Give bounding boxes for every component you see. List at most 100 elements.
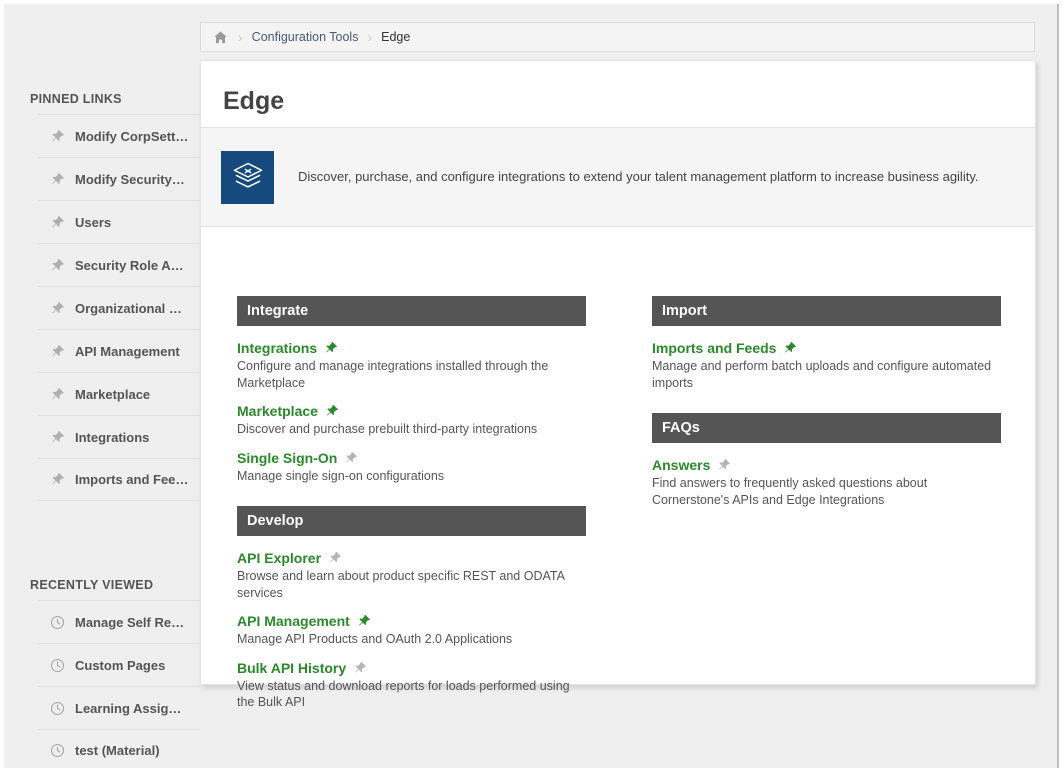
sidebar-pinned-item-6[interactable]: Marketplace: [38, 372, 200, 415]
recently-viewed-list: Manage Self Re… Custom Pages Learning Assi…: [4, 600, 200, 768]
link-row: API Management: [237, 613, 586, 629]
breadcrumb-separator-2: ›: [367, 29, 373, 45]
breadcrumb-item-edge: Edge: [381, 30, 411, 44]
pin-icon[interactable]: [344, 451, 358, 465]
link-item: API Explorer Browse and learn about produ…: [237, 550, 586, 601]
breadcrumb: › Configuration Tools › Edge: [200, 22, 1035, 52]
sidebar-recent-item-label: test (Material): [75, 743, 160, 758]
breadcrumb-item-configuration-tools[interactable]: Configuration Tools: [252, 30, 359, 44]
sidebar-pinned-item-label: Imports and Fee…: [75, 472, 189, 487]
pin-icon[interactable]: [357, 614, 371, 628]
link-description: Manage and perform batch uploads and con…: [652, 359, 992, 390]
sidebar-recent-item-0[interactable]: Manage Self Re…: [38, 600, 200, 643]
pin-icon[interactable]: [324, 341, 338, 355]
link-item: Imports and Feeds Manage and perform batc…: [652, 340, 1001, 391]
section-import: Import Imports and Feeds Manage and perfor…: [652, 296, 1001, 391]
pinned-links-list: Modify CorpSett… Modify Security… Users Sec…: [4, 114, 200, 501]
sidebar-pinned-item-label: Marketplace: [75, 386, 151, 402]
pin-icon[interactable]: [353, 661, 367, 675]
right-column: Import Imports and Feeds Manage and perfor…: [618, 296, 1035, 733]
pin-icon[interactable]: [328, 551, 342, 565]
section-header: Develop: [237, 506, 586, 536]
clock-icon: [48, 613, 66, 631]
pin-icon: [48, 256, 66, 274]
pin-icon: [48, 213, 66, 231]
sidebar-pinned-item-label: Users: [75, 214, 112, 230]
link-description: Configure and manage integrations instal…: [237, 359, 549, 390]
section-header: Integrate: [237, 296, 586, 326]
link-row: Bulk API History: [237, 660, 586, 676]
pin-icon: [48, 471, 66, 489]
pinned-links-heading: PINNED LINKS: [30, 92, 122, 106]
link-integrations[interactable]: Integrations: [237, 340, 317, 356]
left-column: Integrate Integrations Configure and manag…: [201, 296, 618, 733]
sidebar-pinned-item-1[interactable]: Modify Security…: [38, 157, 200, 200]
link-row: Answers: [652, 457, 1001, 473]
link-item: Answers Find answers to frequently asked …: [652, 457, 1001, 508]
clock-icon: [48, 656, 66, 674]
sidebar-pinned-item-label: Integrations: [75, 429, 150, 445]
sections-container: Integrate Integrations Configure and manag…: [201, 228, 1035, 733]
sidebar-recent-item-3[interactable]: test (Material): [38, 729, 200, 768]
link-item: Marketplace Discover and purchase prebuil…: [237, 403, 586, 438]
link-bulk-api-history[interactable]: Bulk API History: [237, 660, 346, 676]
sidebar: PINNED LINKS Modify CorpSett… Modify Secu…: [4, 4, 200, 768]
main-content-card: Edge Discover, purchase, and configure i…: [200, 60, 1036, 709]
sidebar-pinned-item-3[interactable]: Security Role A…: [38, 243, 200, 286]
link-api-explorer[interactable]: API Explorer: [237, 550, 321, 566]
link-api-management[interactable]: API Management: [237, 613, 350, 629]
sidebar-recent-item-1[interactable]: Custom Pages: [38, 643, 200, 686]
section-develop: Develop API Explorer Browse and learn abou…: [237, 506, 586, 711]
section-header: FAQs: [652, 413, 1001, 443]
pin-icon: [48, 299, 66, 317]
pin-icon: [48, 385, 66, 403]
clock-icon: [48, 699, 66, 717]
pin-icon: [48, 127, 66, 145]
sidebar-recent-item-2[interactable]: Learning Assig…: [38, 686, 200, 729]
link-item: API Management Manage API Products and OA…: [237, 613, 586, 648]
section-header: Import: [652, 296, 1001, 326]
sidebar-pinned-item-0[interactable]: Modify CorpSett…: [38, 114, 200, 157]
pin-icon[interactable]: [325, 404, 339, 418]
clock-icon: [48, 742, 66, 760]
sidebar-pinned-item-8[interactable]: Imports and Fee…: [38, 458, 200, 501]
sidebar-pinned-item-5[interactable]: API Management: [38, 329, 200, 372]
link-marketplace[interactable]: Marketplace: [237, 403, 318, 419]
pin-icon: [48, 342, 66, 360]
link-single-sign-on[interactable]: Single Sign-On: [237, 450, 337, 466]
link-description: Browse and learn about product specific …: [237, 569, 565, 600]
link-item: Bulk API History View status and download…: [237, 660, 586, 711]
breadcrumb-separator-1: ›: [238, 29, 243, 45]
link-row: Marketplace: [237, 403, 586, 419]
sidebar-recent-item-label: Manage Self Re…: [75, 614, 185, 630]
link-row: Integrations: [237, 340, 586, 356]
sidebar-recent-item-label: Custom Pages: [75, 657, 166, 673]
link-imports-and-feeds[interactable]: Imports and Feeds: [652, 340, 776, 356]
sidebar-recent-item-label: Learning Assig…: [75, 700, 182, 716]
sidebar-pinned-item-2[interactable]: Users: [38, 200, 200, 243]
sidebar-pinned-item-7[interactable]: Integrations: [38, 415, 200, 458]
link-description: Find answers to frequently asked questio…: [652, 476, 928, 507]
link-row: Imports and Feeds: [652, 340, 1001, 356]
pin-icon: [48, 428, 66, 446]
link-item: Single Sign-On Manage single sign-on conf…: [237, 450, 586, 485]
pin-icon[interactable]: [783, 341, 797, 355]
link-description: View status and download reports for loa…: [237, 678, 570, 710]
banner-description: Discover, purchase, and configure integr…: [298, 168, 979, 184]
section-faqs: FAQs Answers Find answers to frequently as…: [652, 413, 1001, 508]
sidebar-pinned-item-label: API Management: [75, 343, 180, 359]
home-icon[interactable]: [211, 28, 229, 46]
sidebar-pinned-item-label: Modify Security…: [75, 171, 185, 187]
page-title: Edge: [223, 87, 285, 115]
edge-layers-icon: [221, 150, 274, 204]
link-answers[interactable]: Answers: [652, 457, 710, 473]
link-description: Discover and purchase prebuilt third-par…: [237, 422, 538, 436]
sidebar-pinned-item-label: Organizational …: [75, 300, 182, 316]
page-banner: Discover, purchase, and configure integr…: [201, 127, 1035, 227]
sidebar-pinned-item-label: Security Role A…: [75, 257, 184, 273]
pin-icon[interactable]: [717, 458, 731, 472]
app-root: PINNED LINKS Modify CorpSett… Modify Secu…: [4, 4, 1059, 768]
sidebar-pinned-item-4[interactable]: Organizational …: [38, 286, 200, 329]
section-integrate: Integrate Integrations Configure and manag…: [237, 296, 586, 484]
link-row: Single Sign-On: [237, 450, 586, 466]
